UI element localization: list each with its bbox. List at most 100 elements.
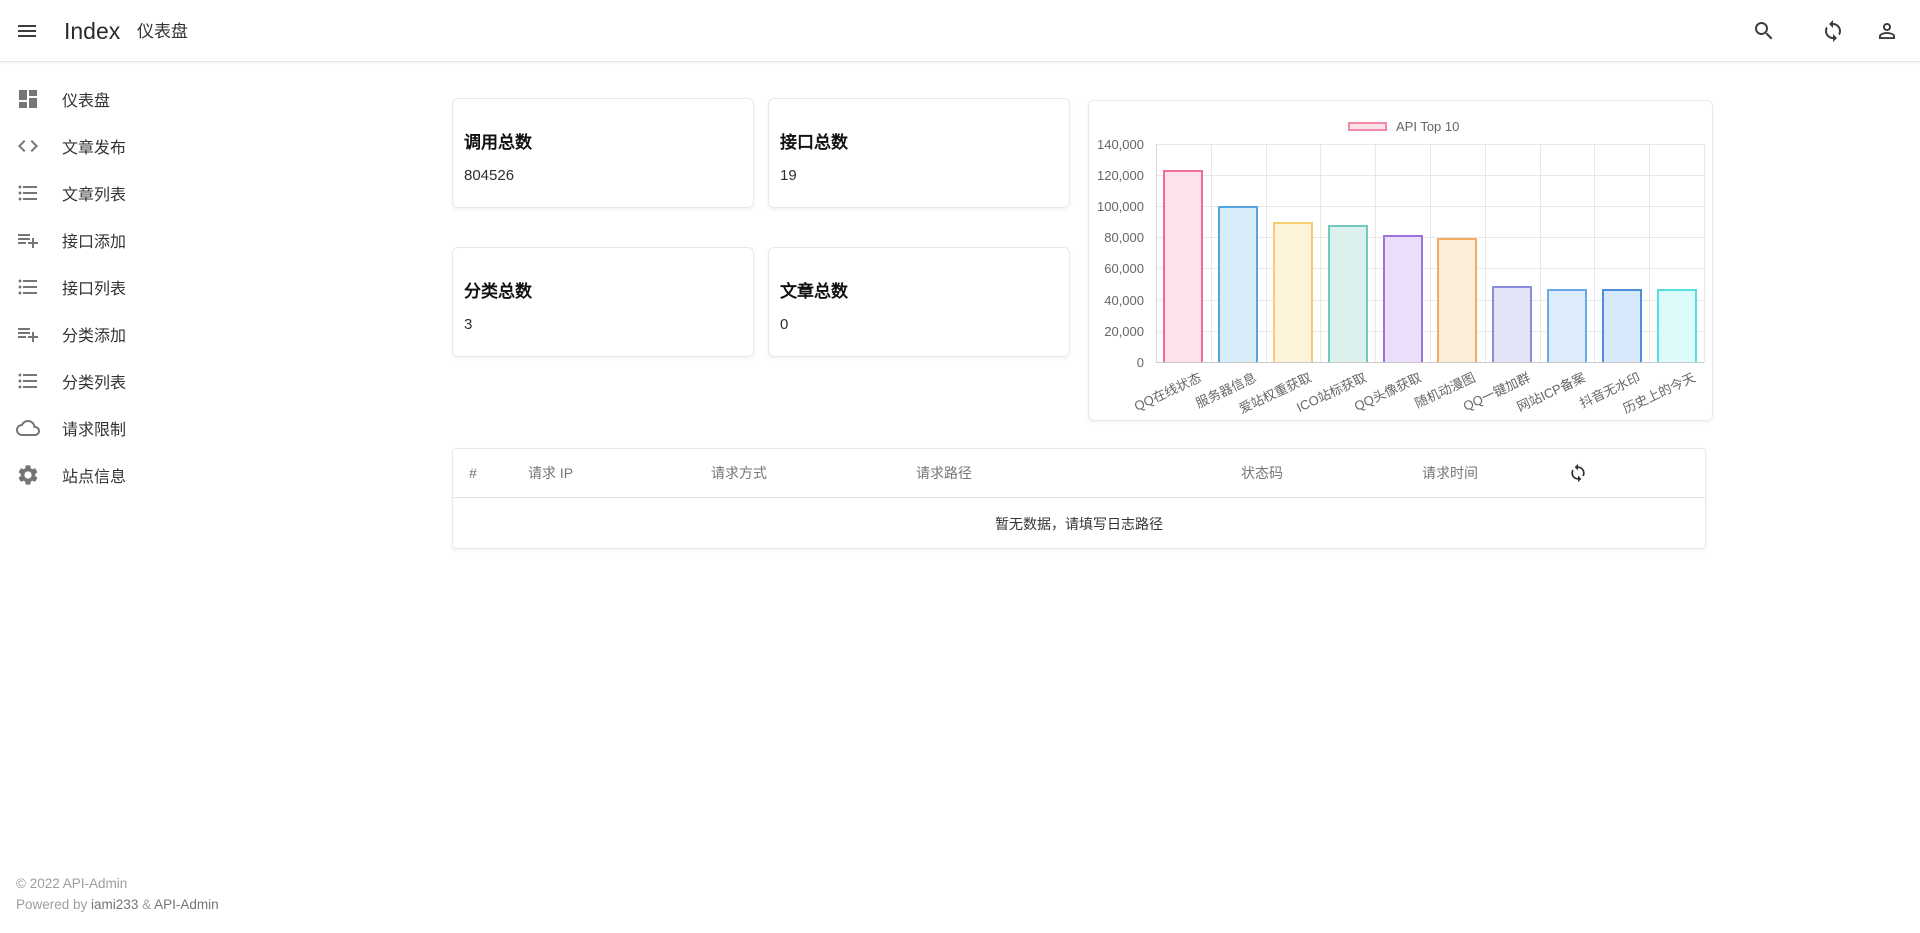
sidebar-item-label: 文章发布 bbox=[62, 134, 126, 158]
sidebar-item-label: 文章列表 bbox=[62, 181, 126, 205]
stat-title: 分类总数 bbox=[464, 277, 753, 302]
bar-3 bbox=[1328, 225, 1368, 362]
legend-label: API Top 10 bbox=[1396, 119, 1459, 134]
api-admin-link[interactable]: API-Admin bbox=[154, 897, 219, 912]
sync-icon bbox=[1821, 19, 1845, 43]
sidebar-item-5[interactable]: 分类添加 bbox=[0, 310, 300, 357]
sidebar-item-label: 仪表盘 bbox=[62, 87, 110, 111]
sidebar-item-label: 分类添加 bbox=[62, 322, 126, 346]
app-bar: Index 仪表盘 bbox=[0, 0, 1920, 62]
y-axis-tick-label: 80,000 bbox=[1089, 230, 1144, 245]
sidebar-item-6[interactable]: 分类列表 bbox=[0, 357, 300, 404]
powered-by-line: Powered by iami233 & API-Admin bbox=[16, 894, 219, 915]
y-axis-tick-label: 140,000 bbox=[1089, 137, 1144, 152]
bar-chart: API Top 10020,00040,00060,00080,000100,0… bbox=[1089, 101, 1712, 420]
table-refresh-button[interactable] bbox=[1568, 463, 1588, 483]
current-page-label: 仪表盘 bbox=[137, 0, 188, 62]
settings-icon bbox=[16, 463, 40, 487]
sidebar-item-label: 接口添加 bbox=[62, 228, 126, 252]
stat-value: 19 bbox=[780, 167, 1069, 184]
request-log-table: # 请求 IP 请求方式 请求路径 状态码 请求时间 暂无数据，请填写日志路径 bbox=[452, 448, 1706, 549]
bar-4 bbox=[1383, 235, 1423, 362]
y-axis-tick-label: 100,000 bbox=[1089, 199, 1144, 214]
sidebar-item-label: 接口列表 bbox=[62, 275, 126, 299]
list-icon bbox=[16, 275, 40, 299]
bar-6 bbox=[1492, 286, 1532, 362]
gridline bbox=[1211, 144, 1212, 362]
sidebar-item-label: 站点信息 bbox=[62, 463, 126, 487]
list-icon bbox=[16, 275, 40, 299]
bar-1 bbox=[1218, 206, 1258, 362]
gridline bbox=[1266, 144, 1267, 362]
sidebar-item-8[interactable]: 站点信息 bbox=[0, 451, 300, 498]
x-axis-category-label: QQ在线状态 bbox=[1131, 367, 1204, 415]
menu-icon bbox=[15, 19, 39, 43]
y-axis-tick-label: 0 bbox=[1089, 355, 1144, 370]
table-column-header-5: 请求时间 bbox=[1422, 449, 1478, 497]
iami233-link[interactable]: iami233 bbox=[91, 897, 138, 912]
page-title: Index bbox=[64, 0, 120, 62]
settings-icon bbox=[16, 463, 40, 487]
code-icon bbox=[16, 134, 40, 158]
x-axis-line bbox=[1156, 362, 1704, 363]
list-icon bbox=[16, 181, 40, 205]
cloud-icon bbox=[16, 416, 40, 440]
stat-title: 接口总数 bbox=[780, 128, 1069, 153]
gridline bbox=[1540, 144, 1541, 362]
refresh-button[interactable] bbox=[1813, 11, 1853, 51]
legend-swatch bbox=[1348, 122, 1387, 131]
gridline bbox=[1704, 144, 1705, 362]
table-column-header-3: 请求路径 bbox=[916, 449, 972, 497]
bar-5 bbox=[1437, 238, 1477, 362]
search-icon bbox=[1752, 19, 1776, 43]
playlist-add-icon bbox=[16, 322, 40, 346]
sidebar-item-2[interactable]: 文章列表 bbox=[0, 169, 300, 216]
dashboard-icon bbox=[16, 87, 40, 111]
table-empty-state: 暂无数据，请填写日志路径 bbox=[453, 498, 1705, 549]
footer: © 2022 API-Admin Powered by iami233 & AP… bbox=[16, 873, 219, 915]
bar-8 bbox=[1602, 289, 1642, 362]
search-button[interactable] bbox=[1744, 11, 1784, 51]
person-icon bbox=[1875, 19, 1899, 43]
table-column-header-0: # bbox=[469, 449, 477, 497]
stat-card-apis: 接口总数 19 bbox=[768, 98, 1070, 208]
powered-by-text: Powered by bbox=[16, 897, 91, 912]
y-axis-tick-label: 120,000 bbox=[1089, 168, 1144, 183]
y-axis-tick-label: 20,000 bbox=[1089, 324, 1144, 339]
bar-0 bbox=[1163, 170, 1203, 362]
gridline bbox=[1485, 144, 1486, 362]
copyright-text: © 2022 API-Admin bbox=[16, 873, 219, 894]
sidebar-item-1[interactable]: 文章发布 bbox=[0, 122, 300, 169]
gridline bbox=[1430, 144, 1431, 362]
bar-2 bbox=[1273, 222, 1313, 362]
sidebar-item-4[interactable]: 接口列表 bbox=[0, 263, 300, 310]
gridline bbox=[1375, 144, 1376, 362]
sidebar-item-3[interactable]: 接口添加 bbox=[0, 216, 300, 263]
y-axis-tick-label: 60,000 bbox=[1089, 261, 1144, 276]
bar-9 bbox=[1657, 289, 1697, 362]
sidebar-item-7[interactable]: 请求限制 bbox=[0, 404, 300, 451]
code-icon bbox=[16, 134, 40, 158]
cloud-icon bbox=[16, 416, 40, 440]
table-column-header-1: 请求 IP bbox=[528, 449, 573, 497]
list-icon bbox=[16, 369, 40, 393]
sync-icon bbox=[1568, 463, 1588, 483]
stat-card-calls: 调用总数 804526 bbox=[452, 98, 754, 208]
table-column-header-4: 状态码 bbox=[1241, 449, 1283, 497]
account-button[interactable] bbox=[1867, 11, 1907, 51]
stat-title: 文章总数 bbox=[780, 277, 1069, 302]
api-top10-chart-card: API Top 10020,00040,00060,00080,000100,0… bbox=[1088, 100, 1713, 421]
sidebar-item-label: 分类列表 bbox=[62, 369, 126, 393]
sidebar-nav: 仪表盘文章发布文章列表接口添加接口列表分类添加分类列表请求限制站点信息 bbox=[0, 62, 300, 498]
playlist-add-icon bbox=[16, 322, 40, 346]
sidebar-item-0[interactable]: 仪表盘 bbox=[0, 75, 300, 122]
list-icon bbox=[16, 181, 40, 205]
playlist-add-icon bbox=[16, 228, 40, 252]
menu-button[interactable] bbox=[7, 11, 47, 51]
stat-card-articles: 文章总数 0 bbox=[768, 247, 1070, 357]
y-axis-line bbox=[1156, 144, 1157, 362]
gridline bbox=[1320, 144, 1321, 362]
table-column-header-2: 请求方式 bbox=[711, 449, 767, 497]
gridline bbox=[1594, 144, 1595, 362]
dashboard-icon bbox=[16, 87, 40, 111]
